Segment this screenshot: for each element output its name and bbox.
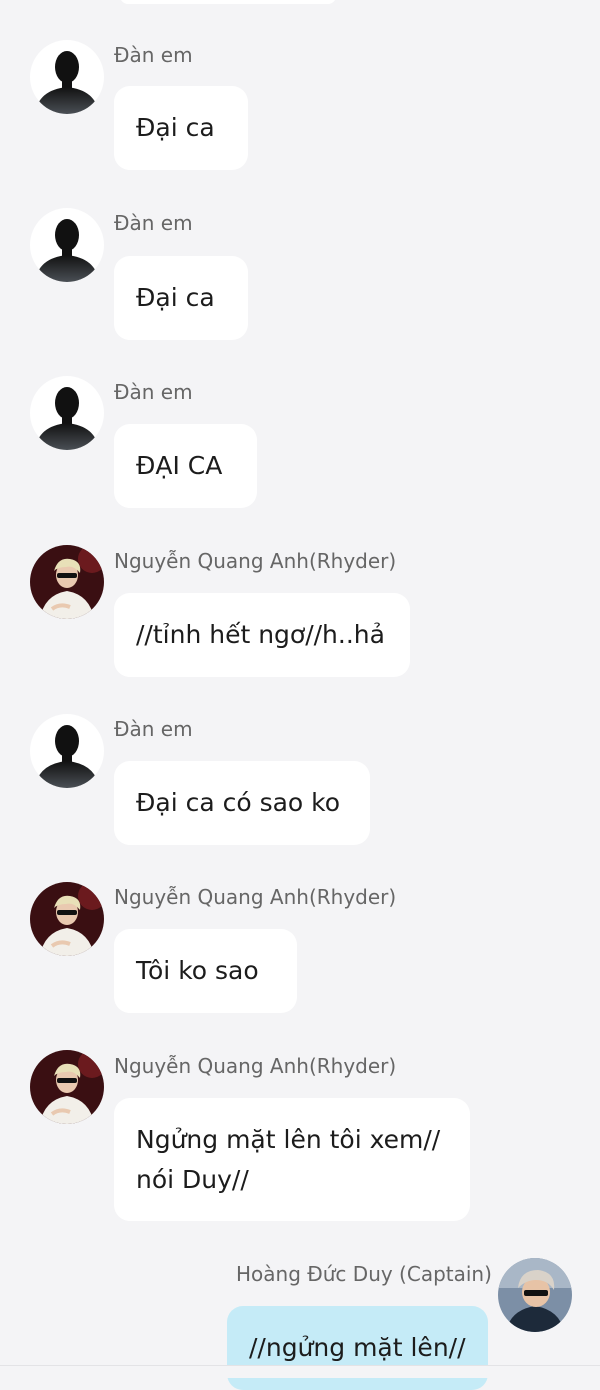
sender-name: Nguyễn Quang Anh(Rhyder) <box>114 1054 397 1078</box>
sender-name: Đàn em <box>114 211 193 235</box>
sender-name: Nguyễn Quang Anh(Rhyder) <box>114 549 397 573</box>
message-bubble[interactable]: Đại ca có sao ko <box>114 761 370 845</box>
silhouette-avatar[interactable] <box>30 208 104 282</box>
sender-name: Đàn em <box>114 717 193 741</box>
sender-name: Nguyễn Quang Anh(Rhyder) <box>114 885 397 909</box>
message-bubble[interactable]: Ngửng mặt lên tôi xem// nói Duy// <box>114 1098 470 1221</box>
sender-name: Đàn em <box>114 43 193 67</box>
sender-name: Hoàng Đức Duy (Captain) <box>236 1262 492 1286</box>
silhouette-avatar[interactable] <box>30 376 104 450</box>
message-bubble[interactable]: Đại ca <box>114 86 248 170</box>
silhouette-avatar[interactable] <box>30 40 104 114</box>
message-bubble[interactable]: Đại ca <box>114 256 248 340</box>
silhouette-avatar[interactable] <box>30 714 104 788</box>
sender-name: Đàn em <box>114 380 193 404</box>
photo-avatar-rhyder[interactable] <box>30 882 104 956</box>
bottom-bar <box>0 1365 600 1378</box>
photo-avatar-rhyder[interactable] <box>30 1050 104 1124</box>
previous-message-bubble <box>120 0 336 4</box>
message-bubble[interactable]: //tỉnh hết ngơ//h..hả <box>114 593 410 677</box>
message-bubble[interactable]: ĐẠI CA <box>114 424 257 508</box>
photo-avatar-rhyder[interactable] <box>30 545 104 619</box>
photo-avatar-captain[interactable] <box>498 1258 572 1332</box>
message-bubble[interactable]: Tôi ko sao <box>114 929 297 1013</box>
